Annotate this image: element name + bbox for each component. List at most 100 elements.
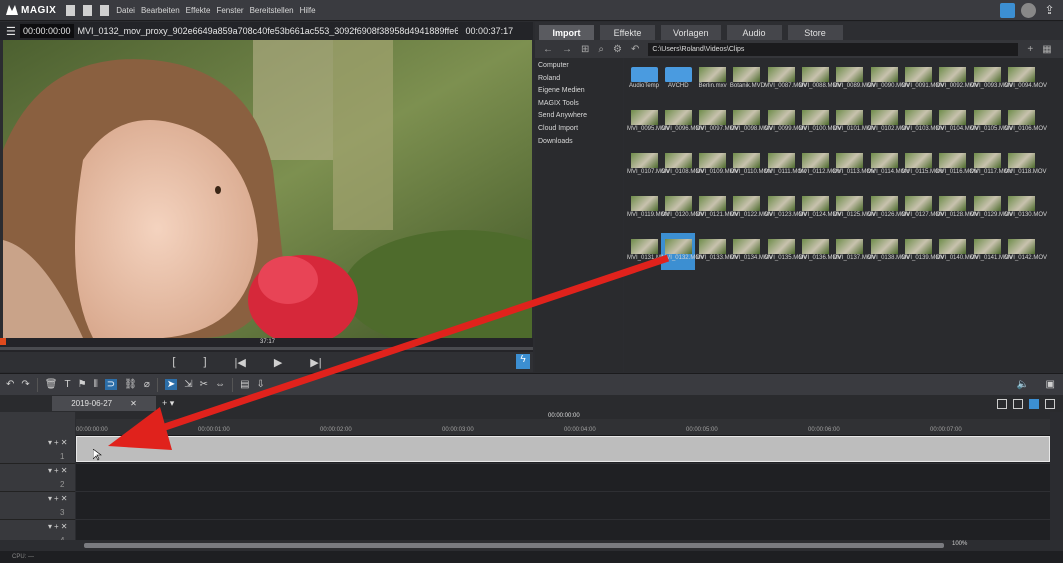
file-thumbnail[interactable]: MVI_0126.MOV xyxy=(867,190,910,227)
file-thumbnail[interactable]: AudioTemp xyxy=(627,61,661,98)
file-thumbnail[interactable]: MVI_0111.MOV xyxy=(764,147,806,184)
save-icon[interactable] xyxy=(100,4,110,16)
search-icon[interactable]: ⌕ xyxy=(598,44,604,55)
file-thumbnail[interactable]: MVI_0117.MOV xyxy=(970,147,1012,184)
menu-bearbeiten[interactable]: Bearbeiten xyxy=(141,6,180,15)
file-thumbnail[interactable]: MVI_0093.MOV xyxy=(970,61,1013,98)
track-controls[interactable]: ▾+✕ xyxy=(48,522,69,531)
add-tab-icon[interactable]: + ▾ xyxy=(162,398,174,409)
open-folder-icon[interactable] xyxy=(83,4,93,16)
split-icon[interactable]: ⫴ xyxy=(94,379,98,390)
zoom-level[interactable]: 100% xyxy=(952,541,967,547)
file-thumbnail[interactable]: MVI_0109.MOV xyxy=(696,147,738,184)
multicam-icon[interactable] xyxy=(1045,398,1055,409)
refresh-icon[interactable]: ↶ xyxy=(631,44,639,55)
file-thumbnail[interactable]: MVI_0095.MOV xyxy=(627,104,670,141)
help-icon[interactable] xyxy=(1021,3,1036,18)
file-thumbnail[interactable]: MVI_0127.MOV xyxy=(901,190,944,227)
tree-item-eigene-medien[interactable]: Eigene Medien xyxy=(535,87,623,100)
track-lane[interactable] xyxy=(76,464,1050,492)
file-thumbnail[interactable]: MVI_0104.MOV xyxy=(936,104,978,141)
marker-icon[interactable]: ⚑ xyxy=(78,379,87,390)
file-thumbnail[interactable]: MVI_0125.MOV xyxy=(833,190,875,227)
menu-fenster[interactable]: Fenster xyxy=(216,6,243,15)
file-thumbnail[interactable]: Botanik.MVD xyxy=(730,61,765,98)
file-thumbnail[interactable]: MVI_0124.MOV xyxy=(799,190,841,227)
file-thumbnail[interactable]: MVI_0142.MOV xyxy=(1004,233,1047,270)
lightning-button[interactable]: ϟ xyxy=(516,354,530,369)
file-thumbnail[interactable]: MVI_0094.MOV xyxy=(1004,61,1047,98)
file-thumbnail[interactable]: MVI_0107.MOV xyxy=(627,147,670,184)
file-thumbnail[interactable]: MVI_0137.MOV xyxy=(833,233,875,270)
snap-icon[interactable]: ⊃ xyxy=(104,379,118,390)
new-file-icon[interactable] xyxy=(66,4,76,16)
transport-button-4[interactable]: ▶| xyxy=(310,356,321,369)
file-thumbnail[interactable]: MVI_0113.MOV xyxy=(833,147,875,184)
title-icon[interactable]: T xyxy=(64,379,70,390)
file-thumbnail[interactable]: MVI_0128.MOV xyxy=(936,190,978,227)
add-icon[interactable]: + xyxy=(1027,44,1033,55)
file-thumbnail[interactable]: MVI_0138.MOV xyxy=(867,233,910,270)
transport-button-0[interactable]: [ xyxy=(172,356,175,368)
gear-icon[interactable]: ⚙ xyxy=(613,44,622,55)
scene-view-icon[interactable] xyxy=(1013,398,1023,409)
link-icon[interactable]: ⛓ xyxy=(124,379,137,390)
close-icon[interactable]: ✕ xyxy=(130,399,137,408)
file-thumbnail[interactable]: AVCHD xyxy=(661,61,695,98)
hamburger-icon[interactable]: ☰ xyxy=(6,25,16,38)
file-thumbnail[interactable]: MVI_0090.MOV xyxy=(867,61,910,98)
file-thumbnail[interactable]: MVI_0131.MOV xyxy=(627,233,670,270)
file-thumbnail[interactable]: MVI_0099.MOV xyxy=(764,104,807,141)
tree-icon[interactable]: ⊞ xyxy=(581,44,589,55)
file-thumbnail[interactable]: MVI_0118.MOV xyxy=(1004,147,1047,184)
file-thumbnail[interactable]: MVI_0122.MOV xyxy=(730,190,773,227)
preview-timecode[interactable]: 00:00:00:00 xyxy=(20,24,74,38)
file-thumbnail[interactable]: MVI_0134.MOV xyxy=(730,233,773,270)
track-controls[interactable]: ▾+✕ xyxy=(48,438,69,447)
file-thumbnail[interactable]: MVI_0133.MOV xyxy=(696,233,738,270)
pointer-icon[interactable]: ➤ xyxy=(164,379,178,390)
tab-effekte[interactable]: Effekte xyxy=(600,25,655,40)
track-1-clip-drop-zone[interactable] xyxy=(76,436,1050,462)
file-thumbnail[interactable]: MVI_0115.MOV xyxy=(901,147,944,184)
transport-button-3[interactable]: ▶ xyxy=(274,356,282,369)
storyboard-view-icon[interactable] xyxy=(997,398,1007,409)
mixer-icon[interactable]: ▤ xyxy=(240,379,249,390)
file-thumbnail[interactable]: MVI_0129.MOV xyxy=(970,190,1013,227)
file-thumbnail[interactable]: MVI_0132.MOV xyxy=(661,233,704,270)
file-thumbnail[interactable]: MVI_0120.MOV xyxy=(661,190,704,227)
tree-item-downloads[interactable]: Downloads xyxy=(535,138,623,151)
file-thumbnail[interactable]: MVI_0116.MOV xyxy=(936,147,978,184)
cut-icon[interactable]: ✂ xyxy=(200,379,208,390)
file-thumbnail[interactable]: MVI_0110.MOV xyxy=(730,147,772,184)
project-tab[interactable]: 2019-06-27 ✕ xyxy=(52,396,156,411)
timeline-view-icon[interactable] xyxy=(1029,398,1039,409)
panel-icon[interactable]: ▣ xyxy=(1046,379,1055,390)
transport-button-2[interactable]: |◀ xyxy=(235,356,246,369)
upload-icon[interactable]: ⇪ xyxy=(1042,3,1057,18)
file-thumbnail[interactable]: MVI_0136.MOV xyxy=(799,233,841,270)
transport-button-5[interactable]: → xyxy=(350,356,361,368)
tree-item-magix-tools[interactable]: MAGIX Tools xyxy=(535,100,623,113)
view-grid-icon[interactable]: ▦ xyxy=(1042,44,1051,55)
file-thumbnail[interactable]: MVI_0087.MOV xyxy=(764,61,807,98)
file-thumbnail[interactable]: MVI_0112.MOV xyxy=(799,147,841,184)
menu-hilfe[interactable]: Hilfe xyxy=(300,6,316,15)
file-thumbnail[interactable]: MVI_0103.MOV xyxy=(901,104,944,141)
back-arrow-icon[interactable]: ← xyxy=(543,44,553,55)
horizontal-scrollbar[interactable]: 100% xyxy=(0,540,1063,551)
menu-datei[interactable]: Datei xyxy=(116,6,135,15)
file-thumbnail[interactable]: MVI_0105.MOV xyxy=(970,104,1013,141)
volume-icon[interactable]: 🔈 xyxy=(1017,379,1029,390)
track-controls[interactable]: ▾+✕ xyxy=(48,466,69,475)
file-thumbnail[interactable]: MVI_0098.MOV xyxy=(730,104,773,141)
file-thumbnail[interactable]: MVI_0097.MOV xyxy=(696,104,738,141)
file-thumbnail[interactable]: MVI_0123.MOV xyxy=(764,190,807,227)
tab-store[interactable]: Store xyxy=(787,25,843,40)
redo-icon[interactable]: ↷ xyxy=(21,379,29,390)
tab-audio[interactable]: Audio xyxy=(726,25,782,40)
video-preview[interactable] xyxy=(3,40,532,338)
file-thumbnail[interactable]: MVI_0092.MOV xyxy=(936,61,978,98)
file-thumbnail[interactable]: MVI_0141.MOV xyxy=(970,233,1013,270)
file-thumbnail[interactable]: MVI_0106.MOV xyxy=(1004,104,1047,141)
